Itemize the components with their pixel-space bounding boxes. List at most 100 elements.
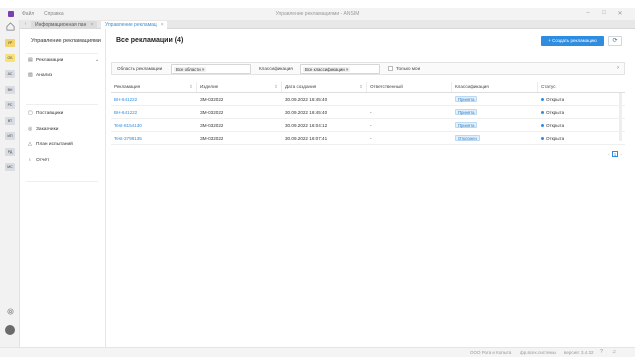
nav-item-label: Отчёт bbox=[36, 158, 50, 163]
home-icon[interactable] bbox=[6, 22, 15, 31]
filter-area-select[interactable]: Все области × bbox=[171, 64, 251, 74]
only-mine-label: Только мои bbox=[396, 66, 421, 71]
nav-item-customers[interactable]: ◎ Заказчики bbox=[28, 126, 102, 134]
supplier-icon: ▢ bbox=[28, 111, 33, 116]
classification-tag: Принята bbox=[455, 109, 478, 115]
list-icon: ▤ bbox=[28, 58, 33, 63]
divider bbox=[26, 181, 98, 182]
nav-item-label: План испытаний bbox=[36, 142, 73, 147]
table-row[interactable]: Test-8154130 ЗМ-032022 30.09.2022 16:04:… bbox=[111, 119, 625, 132]
date-cell: 30.09.2022 16:07:41 bbox=[285, 136, 328, 141]
rail-badge-4[interactable]: ВН bbox=[5, 86, 15, 94]
chevron-right-icon[interactable]: › bbox=[617, 65, 619, 71]
column-header-label: Статус bbox=[541, 84, 556, 89]
filter-class-select[interactable]: Все классификации × bbox=[300, 64, 380, 74]
divider bbox=[26, 104, 98, 105]
claim-link[interactable]: Test-8154130 bbox=[111, 119, 142, 132]
nav-item-label: Анализ bbox=[36, 73, 53, 78]
nav-item-analysis[interactable]: ▨ Анализ bbox=[28, 72, 102, 80]
minimize-icon[interactable]: – bbox=[584, 10, 592, 16]
column-header[interactable]: Классификация bbox=[452, 82, 538, 92]
chip-remove-icon[interactable]: × bbox=[346, 67, 349, 72]
classification-tag: Принята bbox=[455, 96, 478, 102]
classification-tag: Отклонен bbox=[455, 135, 480, 141]
claim-link[interactable]: Test-3798135 bbox=[111, 132, 142, 145]
sort-icon[interactable]: ⇕ bbox=[359, 82, 363, 92]
rail-badge-5[interactable]: РС bbox=[5, 101, 15, 109]
status-dot-icon bbox=[541, 111, 544, 115]
create-claim-label: Создать рекламацию bbox=[552, 38, 597, 43]
column-header[interactable]: Ответственный bbox=[367, 82, 452, 92]
refresh-button[interactable]: ⟳ bbox=[608, 36, 622, 46]
sort-icon[interactable]: ⇕ bbox=[189, 82, 193, 92]
status-dot-icon bbox=[541, 98, 544, 102]
table-row[interactable]: ВН-641222 ЗМ-032022 30.09.2022 16:45:40 … bbox=[111, 93, 625, 106]
page-next-icon[interactable]: › bbox=[618, 152, 624, 157]
table-row[interactable]: Test-3798135 ЗМ-032022 30.09.2022 16:07:… bbox=[111, 132, 625, 145]
nav-item-test-plan[interactable]: △ План испытаний bbox=[28, 141, 102, 149]
column-header-label: Ответственный bbox=[370, 84, 403, 89]
filter-area-label: Область рекламации bbox=[117, 66, 163, 71]
classification-tag: Принята bbox=[455, 122, 478, 128]
nav-item-claims[interactable]: ▤ Рекламации ⌄ bbox=[28, 57, 102, 65]
owner-cell: - bbox=[370, 110, 372, 115]
tab-scroll-left-icon[interactable]: ‹ bbox=[22, 21, 29, 28]
scrollbar[interactable] bbox=[619, 93, 622, 141]
close-icon[interactable]: ✕ bbox=[616, 10, 624, 17]
filter-chip[interactable]: Все классификации × bbox=[303, 67, 351, 72]
page-title: Все рекламации (4) bbox=[116, 37, 184, 44]
sort-icon[interactable]: ⇕ bbox=[274, 82, 278, 92]
column-header[interactable]: Статус bbox=[538, 82, 625, 92]
app-version: версия: 3.4.32 bbox=[564, 350, 594, 355]
tab-close-icon[interactable]: × bbox=[161, 22, 164, 28]
window-titlebar: Файл Справка Управление рекламациями - A… bbox=[0, 8, 635, 20]
status-cell: Открыта bbox=[538, 106, 564, 119]
table-row[interactable]: ВН-641222 ЗМ-032022 30.09.2022 16:45:40 … bbox=[111, 106, 625, 119]
status-dot-icon bbox=[541, 137, 544, 141]
product-cell: ЗМ-032022 bbox=[200, 110, 224, 115]
status-badge: Открыта bbox=[546, 97, 565, 102]
maximize-icon[interactable]: □ bbox=[600, 10, 608, 16]
user-name: фр.всех.системы bbox=[520, 350, 556, 355]
chip-remove-icon[interactable]: × bbox=[202, 67, 205, 72]
claim-link[interactable]: ВН-641222 bbox=[111, 106, 137, 119]
app-rail: УР ОБ АС ВН РС ВТ ИП РД МС bbox=[0, 20, 20, 347]
classification-cell: Принята bbox=[452, 93, 478, 106]
status-badge: Открыта bbox=[546, 123, 565, 128]
rail-badge-3[interactable]: АС bbox=[5, 70, 15, 78]
filter-chip[interactable]: Все области × bbox=[174, 67, 207, 72]
nav-item-report[interactable]: ♁ Отчёт bbox=[28, 157, 102, 165]
product-cell: ЗМ-032022 bbox=[200, 123, 224, 128]
chart-icon: ▨ bbox=[28, 73, 33, 78]
customer-icon: ◎ bbox=[28, 127, 33, 132]
tab-close-icon[interactable]: × bbox=[90, 22, 93, 28]
tab-strip: ‹ Информационная пан × Управление реклама… bbox=[20, 20, 635, 29]
gear-icon[interactable] bbox=[6, 307, 15, 316]
divider bbox=[26, 53, 98, 54]
rail-badge-6[interactable]: ВТ bbox=[5, 117, 15, 125]
only-mine-checkbox[interactable] bbox=[388, 66, 393, 71]
rail-badge-7[interactable]: ИП bbox=[5, 132, 15, 140]
column-header[interactable]: Изделие ⇕ bbox=[197, 82, 282, 92]
column-header[interactable]: Рекламация ⇕ bbox=[111, 82, 197, 92]
bell-icon[interactable]: ♫ bbox=[612, 349, 616, 355]
rail-badge-8[interactable]: РД bbox=[5, 148, 15, 156]
tab-dashboard[interactable]: Информационная пан × bbox=[31, 21, 97, 29]
rail-badge-9[interactable]: МС bbox=[5, 163, 15, 171]
avatar[interactable] bbox=[5, 325, 15, 335]
nav-item-label: Заказчики bbox=[36, 127, 59, 132]
tab-label: Управление рекламац bbox=[105, 22, 157, 28]
status-dot-icon bbox=[541, 124, 544, 128]
rail-badge-2[interactable]: ОБ bbox=[5, 54, 15, 62]
help-icon[interactable]: ? bbox=[600, 349, 603, 355]
date-cell: 30.09.2022 16:45:40 bbox=[285, 110, 328, 115]
column-header[interactable]: Дата создания ⇕ bbox=[282, 82, 367, 92]
side-navigation: Управление рекламациями ▤ Рекламации ⌄ ▨ А… bbox=[20, 29, 106, 347]
claim-link[interactable]: ВН-641222 bbox=[111, 93, 137, 106]
nav-item-suppliers[interactable]: ▢ Поставщики bbox=[28, 110, 102, 118]
rail-badge-1[interactable]: УР bbox=[5, 39, 15, 47]
tab-claims-management[interactable]: Управление рекламац × bbox=[101, 21, 167, 29]
owner-cell: - bbox=[370, 136, 372, 141]
create-claim-button[interactable]: + Создать рекламацию bbox=[541, 36, 604, 46]
chevron-down-icon[interactable]: ⌄ bbox=[95, 57, 99, 65]
